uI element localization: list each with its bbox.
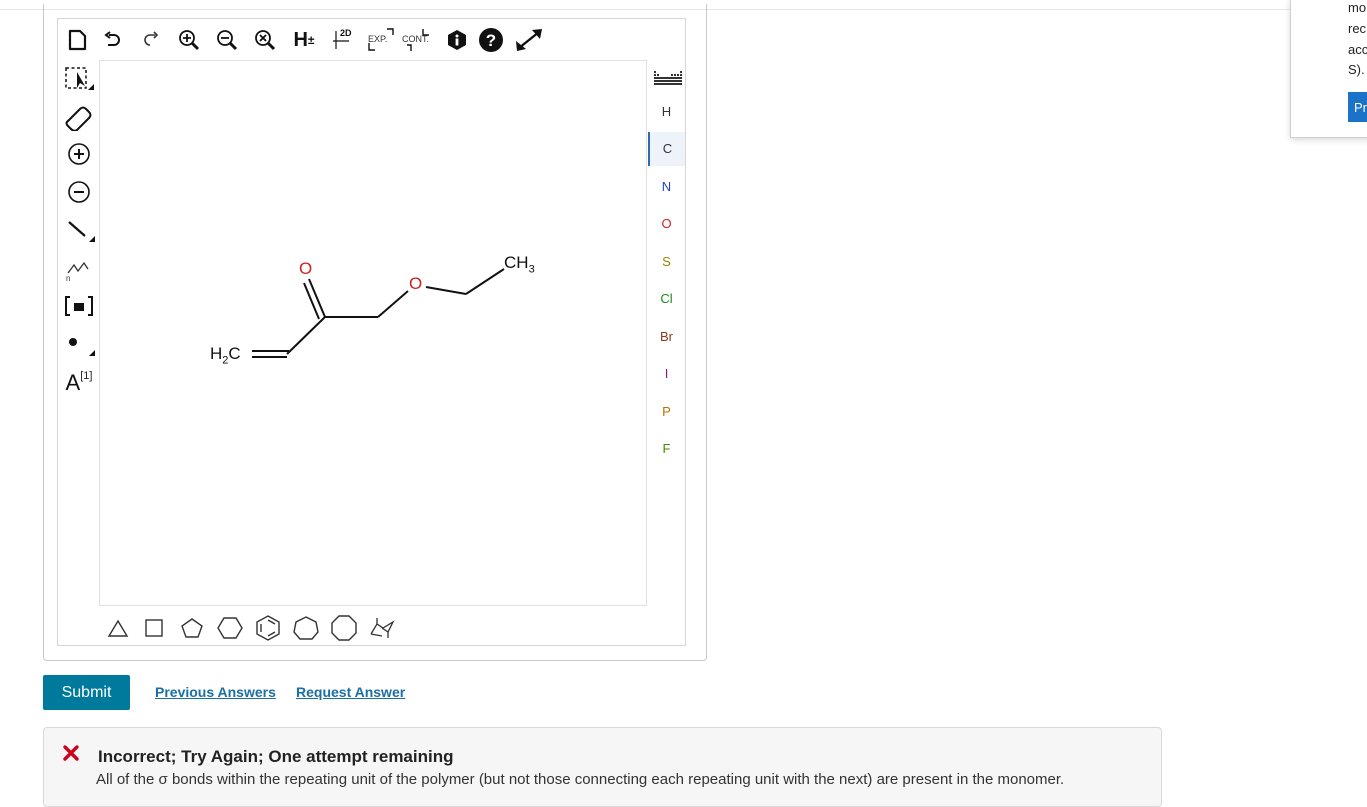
cyclopropane-icon[interactable]	[100, 612, 136, 644]
cyclohexane-icon[interactable]	[212, 612, 248, 644]
cyclooctane-icon[interactable]	[326, 612, 362, 644]
explicit-hydrogens-label: H	[293, 28, 308, 51]
chain-icon[interactable]: n	[60, 250, 98, 286]
methyl-text: CH	[504, 253, 529, 272]
clean-2d-icon[interactable]: 2D	[328, 22, 358, 58]
undo-icon[interactable]	[98, 22, 128, 58]
side-panel: mo rec acc S). Pr	[1290, 0, 1367, 138]
element-h-button[interactable]: H	[648, 94, 685, 128]
carbonyl-bond-b	[303, 282, 320, 320]
side-text-1: mo	[1348, 0, 1367, 15]
fullscreen-icon[interactable]	[512, 22, 546, 58]
element-f-button[interactable]: F	[648, 432, 685, 466]
element-cl-button[interactable]: Cl	[648, 282, 685, 316]
expand-icon[interactable]: EXP.	[364, 22, 398, 58]
chair-cyclohexane-icon[interactable]	[364, 612, 400, 644]
expand-label: EXP.	[368, 34, 388, 44]
side-panel-button[interactable]: Pr	[1348, 92, 1367, 122]
request-answer-link[interactable]: Request Answer	[296, 684, 405, 700]
contract-icon[interactable]: CONT.	[400, 22, 434, 58]
element-br-button[interactable]: Br	[648, 319, 685, 353]
incorrect-x-icon	[62, 744, 80, 767]
element-s-button[interactable]: S	[648, 244, 685, 278]
element-o-button[interactable]: O	[648, 207, 685, 241]
element-n-button[interactable]: N	[648, 169, 685, 203]
explicit-hydrogens-sup: ±	[307, 33, 315, 47]
feedback-title: Incorrect; Try Again; One attempt remain…	[98, 747, 454, 766]
redo-icon[interactable]	[136, 22, 166, 58]
select-icon[interactable]	[60, 60, 98, 96]
zoom-out-icon[interactable]	[212, 22, 242, 58]
element-palette: H C N O S Cl Br I P F	[648, 62, 685, 482]
submit-button[interactable]: Submit	[43, 675, 130, 710]
eraser-icon[interactable]	[60, 98, 98, 134]
o-ch2-bond	[425, 286, 467, 295]
left-toolbar: n A [1]	[60, 60, 98, 410]
single-bond-icon[interactable]	[60, 212, 98, 248]
svg-text:?: ?	[486, 31, 496, 50]
cycloheptane-icon[interactable]	[288, 612, 324, 644]
side-text-4: S).	[1348, 62, 1365, 77]
cyclopentane-icon[interactable]	[174, 612, 210, 644]
ether-oxygen-label: O	[409, 274, 423, 293]
element-c-button[interactable]: C	[648, 131, 685, 166]
feedback-box: Incorrect; Try Again; One attempt remain…	[43, 727, 1162, 807]
cyclobutane-icon[interactable]	[136, 612, 172, 644]
vinyl-label: H2C	[210, 344, 241, 366]
side-text-3: acc	[1348, 42, 1367, 57]
explicit-hydrogens-icon[interactable]: H ±	[288, 22, 320, 58]
feedback-message: All of the σ bonds within the repeating …	[96, 771, 1065, 788]
ch2-ch3-bond	[465, 268, 505, 295]
drawing-canvas[interactable]: O O CH3 H2C	[99, 60, 647, 606]
atom-map-sup: [1]	[80, 370, 93, 382]
benzene-icon[interactable]	[250, 612, 286, 644]
element-p-button[interactable]: P	[648, 394, 685, 428]
carbonyl-oxygen-label: O	[299, 259, 313, 278]
atom-map-label: A	[65, 370, 81, 395]
previous-answers-link[interactable]: Previous Answers	[155, 684, 276, 700]
carbonyl-bond-a	[308, 278, 326, 318]
positive-charge-icon[interactable]	[60, 136, 98, 172]
top-toolbar: H ± 2D EXP. CONT. ?	[62, 22, 562, 58]
new-document-icon[interactable]	[62, 22, 92, 58]
vinyl-c: C	[228, 344, 241, 363]
help-icon[interactable]: ?	[476, 22, 506, 58]
element-i-button[interactable]: I	[648, 357, 685, 391]
bracket-icon[interactable]	[60, 288, 98, 324]
ch2-o-bond	[377, 290, 409, 318]
radical-icon[interactable]	[60, 326, 98, 362]
clean-2d-label: 2D	[340, 28, 352, 38]
info-icon[interactable]	[442, 22, 472, 58]
negative-charge-icon[interactable]	[60, 174, 98, 210]
c-c-bond	[286, 316, 326, 355]
side-text-2: rec	[1348, 21, 1367, 36]
methyl-label: CH3	[504, 253, 535, 275]
molecule-bonds	[252, 268, 505, 358]
contract-label: CONT.	[402, 34, 429, 44]
vinyl-h: H	[210, 344, 223, 363]
periodic-table-icon[interactable]	[653, 70, 683, 91]
atom-map-icon[interactable]: A [1]	[60, 360, 98, 396]
zoom-in-icon[interactable]	[174, 22, 204, 58]
svg-text:n: n	[66, 274, 70, 281]
methyl-sub: 3	[528, 263, 535, 276]
ring-templates	[100, 612, 400, 644]
zoom-reset-icon[interactable]	[250, 22, 280, 58]
